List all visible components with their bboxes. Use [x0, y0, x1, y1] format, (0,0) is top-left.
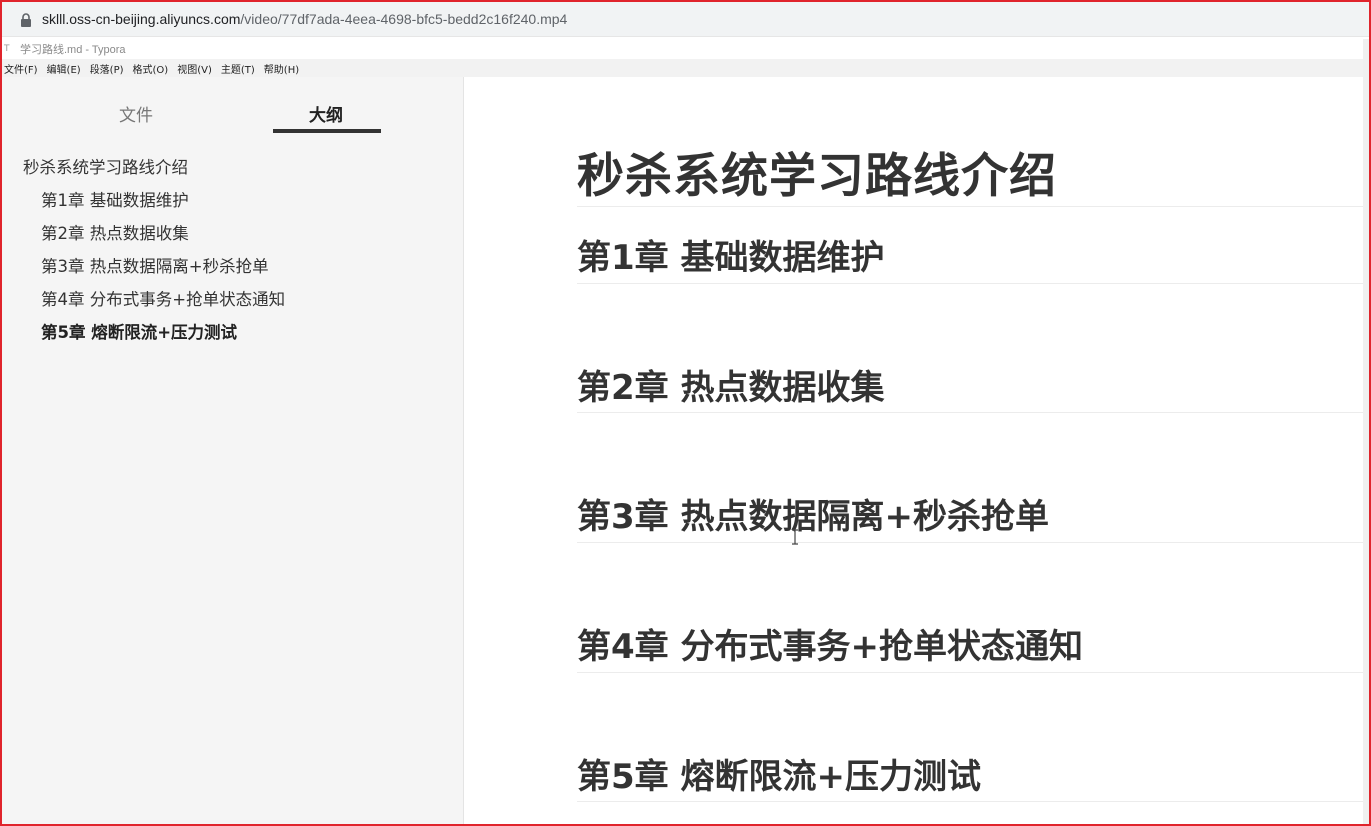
browser-address-bar[interactable]: sklll.oss-cn-beijing.aliyuncs.com/video/…	[2, 2, 1369, 37]
menu-help[interactable]: 帮助(H)	[264, 61, 299, 76]
sidebar: 文件 大纲 秒杀系统学习路线介绍 第1章 基础数据维护 第2章 热点数据收集 第…	[2, 77, 464, 824]
url-host: sklll.oss-cn-beijing.aliyuncs.com	[42, 11, 241, 27]
sidebar-tabs: 文件 大纲	[2, 77, 463, 137]
typora-title-bar: T 学习路线.md - Typora	[2, 39, 1369, 59]
active-tab-indicator	[273, 129, 381, 133]
menu-theme[interactable]: 主题(T)	[221, 61, 255, 76]
outline-item-chapter-4[interactable]: 第4章 分布式事务+抢单状态通知	[2, 289, 463, 322]
menu-edit[interactable]: 编辑(E)	[47, 61, 81, 76]
menu-bar: 文件(F) 编辑(E) 段落(P) 格式(O) 视图(V) 主题(T) 帮助(H…	[2, 59, 1369, 77]
tab-files[interactable]: 文件	[119, 101, 153, 126]
lock-icon	[20, 12, 32, 27]
chapter-heading-3[interactable]: 第3章 热点数据隔离+秒杀抢单	[577, 489, 1049, 538]
url-path: /video/77df7ada-4eea-4698-bfc5-bedd2c16f…	[240, 11, 568, 27]
tab-outline[interactable]: 大纲	[309, 101, 343, 126]
heading-rule	[577, 206, 1363, 207]
url-text[interactable]: sklll.oss-cn-beijing.aliyuncs.com/video/…	[42, 11, 567, 27]
outline-list: 秒杀系统学习路线介绍 第1章 基础数据维护 第2章 热点数据收集 第3章 热点数…	[2, 157, 463, 355]
heading-rule	[577, 801, 1363, 802]
document-editor[interactable]: 秒杀系统学习路线介绍 第1章 基础数据维护 第2章 热点数据收集 第3章 热点数…	[464, 77, 1363, 824]
menu-file[interactable]: 文件(F)	[4, 61, 38, 76]
chapter-heading-1[interactable]: 第1章 基础数据维护	[577, 230, 885, 279]
text-cursor-icon	[791, 529, 799, 545]
heading-rule	[577, 542, 1363, 543]
menu-view[interactable]: 视图(V)	[177, 61, 212, 76]
outline-item-chapter-5[interactable]: 第5章 熔断限流+压力测试	[2, 322, 463, 355]
vertical-scrollbar[interactable]	[1363, 39, 1369, 824]
chapter-heading-4[interactable]: 第4章 分布式事务+抢单状态通知	[577, 619, 1083, 668]
heading-rule	[577, 283, 1363, 284]
outline-item-chapter-1[interactable]: 第1章 基础数据维护	[2, 190, 463, 223]
typora-app-icon: T	[4, 44, 10, 54]
heading-rule	[577, 672, 1363, 673]
chapter-heading-2[interactable]: 第2章 热点数据收集	[577, 360, 885, 409]
menu-paragraph[interactable]: 段落(P)	[90, 61, 124, 76]
window-title: 学习路线.md - Typora	[20, 44, 126, 56]
screen-frame: sklll.oss-cn-beijing.aliyuncs.com/video/…	[0, 0, 1371, 826]
outline-item-chapter-3[interactable]: 第3章 热点数据隔离+秒杀抢单	[2, 256, 463, 289]
chapter-heading-5[interactable]: 第5章 熔断限流+压力测试	[577, 749, 981, 798]
outline-item-title[interactable]: 秒杀系统学习路线介绍	[2, 157, 463, 190]
document-heading-1[interactable]: 秒杀系统学习路线介绍	[577, 137, 1057, 206]
outline-item-chapter-2[interactable]: 第2章 热点数据收集	[2, 223, 463, 256]
heading-rule	[577, 412, 1363, 413]
menu-format[interactable]: 格式(O)	[133, 61, 169, 76]
